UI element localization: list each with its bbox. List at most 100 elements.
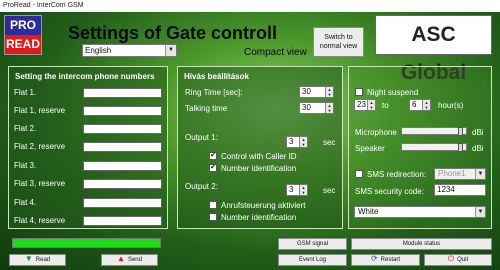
speaker-label: Speaker: [355, 144, 385, 153]
microphone-label: Microphone: [355, 128, 397, 137]
chevron-down-icon: ▼: [301, 142, 306, 147]
sms-security-code-field[interactable]: 1234: [434, 184, 486, 196]
flat-4-reserve-field[interactable]: [83, 216, 162, 226]
anrufsteuerung-checkbox[interactable]: [209, 201, 217, 209]
hours-label: hour(s): [438, 101, 464, 110]
chevron-down-icon: ▼: [424, 105, 429, 110]
device-settings-panel: Night suspend 23 ▲ ▼ to 6 ▲ ▼ hour(s) Micr…: [348, 66, 492, 229]
proread-logo: PRO READ: [4, 15, 42, 55]
slider-thumb[interactable]: [458, 143, 463, 152]
flat-3-reserve-field[interactable]: [83, 179, 162, 189]
spin-buttons[interactable]: ▲ ▼: [299, 185, 307, 195]
chevron-down-icon: ▼: [327, 92, 332, 97]
phone-numbers-title: Setting the intercom phone numbers: [15, 72, 155, 81]
arrow-down-icon: ▼: [24, 254, 33, 264]
output-1-stepper[interactable]: 3 ▲ ▼: [286, 136, 308, 148]
ring-time-value: 30: [302, 87, 311, 96]
talking-time-stepper[interactable]: 30 ▲ ▼: [299, 102, 334, 114]
spin-buttons[interactable]: ▲ ▼: [422, 100, 430, 110]
caller-id-checkbox[interactable]: ✔: [209, 152, 217, 160]
asc-global-logo: ASC Global: [375, 15, 492, 84]
output-2-label: Output 2:: [185, 182, 218, 191]
spin-buttons[interactable]: ▲ ▼: [299, 137, 307, 147]
flat-label: Flat 2.: [14, 124, 37, 133]
arrow-up-icon: ▲: [117, 254, 125, 264]
event-log-button[interactable]: Event Log: [278, 254, 347, 266]
microphone-unit: dBi: [472, 128, 484, 137]
speaker-unit: dBi: [472, 144, 484, 153]
progress-fill: [13, 239, 160, 247]
night-from-value: 23: [357, 100, 366, 109]
output-1-number-id-label: Number identification: [221, 164, 297, 173]
chevron-down-icon[interactable]: ▼: [475, 207, 485, 217]
send-button[interactable]: ▲ Send: [101, 254, 158, 266]
view-mode-label: Compact view: [244, 47, 307, 58]
flat-3-field[interactable]: [83, 161, 162, 171]
flat-1-field[interactable]: [83, 88, 162, 98]
restart-icon: ⟳: [370, 254, 378, 264]
language-select[interactable]: English ▼: [82, 44, 177, 57]
output-2-number-id-checkbox[interactable]: [209, 213, 217, 221]
night-to-stepper[interactable]: 6 ▲ ▼: [409, 99, 431, 111]
language-value: English: [85, 46, 112, 55]
chevron-down-icon: ▼: [369, 105, 374, 110]
power-icon: ⏻: [447, 254, 455, 264]
color-theme-select[interactable]: White ▼: [354, 206, 486, 218]
chevron-down-icon[interactable]: ▼: [475, 169, 485, 179]
quit-label: Quit: [457, 257, 469, 263]
night-suspend-label: Night suspend: [367, 88, 419, 97]
output-1-unit: sec: [323, 138, 336, 147]
flat-1-reserve-field[interactable]: [83, 106, 162, 116]
flat-4-field[interactable]: [83, 198, 162, 208]
spin-buttons[interactable]: ▲ ▼: [367, 100, 375, 110]
talking-time-label: Talking time: [185, 104, 228, 113]
call-settings-title: Hívás beállítások: [184, 72, 249, 81]
ring-time-label: Ring Time [sec]:: [185, 88, 243, 97]
chevron-down-icon: ▼: [327, 108, 332, 113]
speaker-slider[interactable]: [401, 143, 467, 152]
output-1-number-id-checkbox[interactable]: ✔: [209, 164, 217, 172]
call-settings-panel: Hívás beállítások Ring Time [sec]: 30 ▲ ▼…: [177, 66, 343, 229]
flat-label: Flat 1.: [14, 88, 37, 97]
night-from-stepper[interactable]: 23 ▲ ▼: [354, 99, 376, 111]
read-button[interactable]: ▼ Read: [9, 254, 66, 266]
sms-redirection-checkbox[interactable]: [355, 170, 363, 178]
module-status-button[interactable]: Module status: [351, 238, 492, 250]
spin-buttons[interactable]: ▲ ▼: [325, 103, 333, 113]
flat-2-reserve-field[interactable]: [83, 142, 162, 152]
output-1-value: 3: [289, 137, 294, 146]
flat-label: Flat 1, reserve: [14, 106, 66, 115]
page-title: Settings of Gate controll: [68, 23, 278, 43]
sms-redirection-value: Phone1: [438, 169, 466, 178]
sms-redirection-select[interactable]: Phone1 ▼: [434, 168, 486, 180]
output-1-label: Output 1:: [185, 133, 218, 142]
switch-view-button[interactable]: Switch to normal view: [313, 27, 364, 57]
output-2-unit: sec: [323, 186, 336, 195]
phone-numbers-panel: Setting the intercom phone numbers Flat …: [8, 66, 168, 229]
slider-thumb[interactable]: [458, 127, 463, 136]
sms-security-code-label: SMS security code:: [355, 187, 424, 196]
gsm-signal-button[interactable]: GSM signal: [278, 238, 347, 250]
output-2-number-id-label: Number identification: [221, 213, 297, 222]
microphone-slider[interactable]: [401, 127, 467, 136]
window-title: ProRead - InterCom GSM: [3, 2, 84, 9]
output-2-stepper[interactable]: 3 ▲ ▼: [286, 184, 308, 196]
ring-time-stepper[interactable]: 30 ▲ ▼: [299, 86, 334, 98]
progress-bar: [12, 238, 161, 248]
night-suspend-checkbox[interactable]: [355, 88, 363, 96]
color-theme-value: White: [358, 207, 379, 216]
restart-label: Restart: [380, 257, 401, 263]
read-label: Read: [35, 257, 51, 263]
send-label: Send: [127, 257, 142, 263]
sms-redirection-label: SMS redirection:: [367, 170, 427, 179]
chevron-down-icon[interactable]: ▼: [165, 45, 176, 56]
window-title-bar: ProRead - InterCom GSM: [0, 0, 500, 12]
flat-label: Flat 3.: [14, 161, 37, 170]
restart-button[interactable]: ⟳ Restart: [351, 254, 420, 266]
quit-button[interactable]: ⏻ Quit: [424, 254, 492, 266]
to-label: to: [382, 101, 389, 110]
logo-read-text: READ: [5, 35, 41, 54]
spin-buttons[interactable]: ▲ ▼: [325, 87, 333, 97]
caller-id-label: Control with Caller ID: [221, 152, 297, 161]
flat-2-field[interactable]: [83, 124, 162, 134]
